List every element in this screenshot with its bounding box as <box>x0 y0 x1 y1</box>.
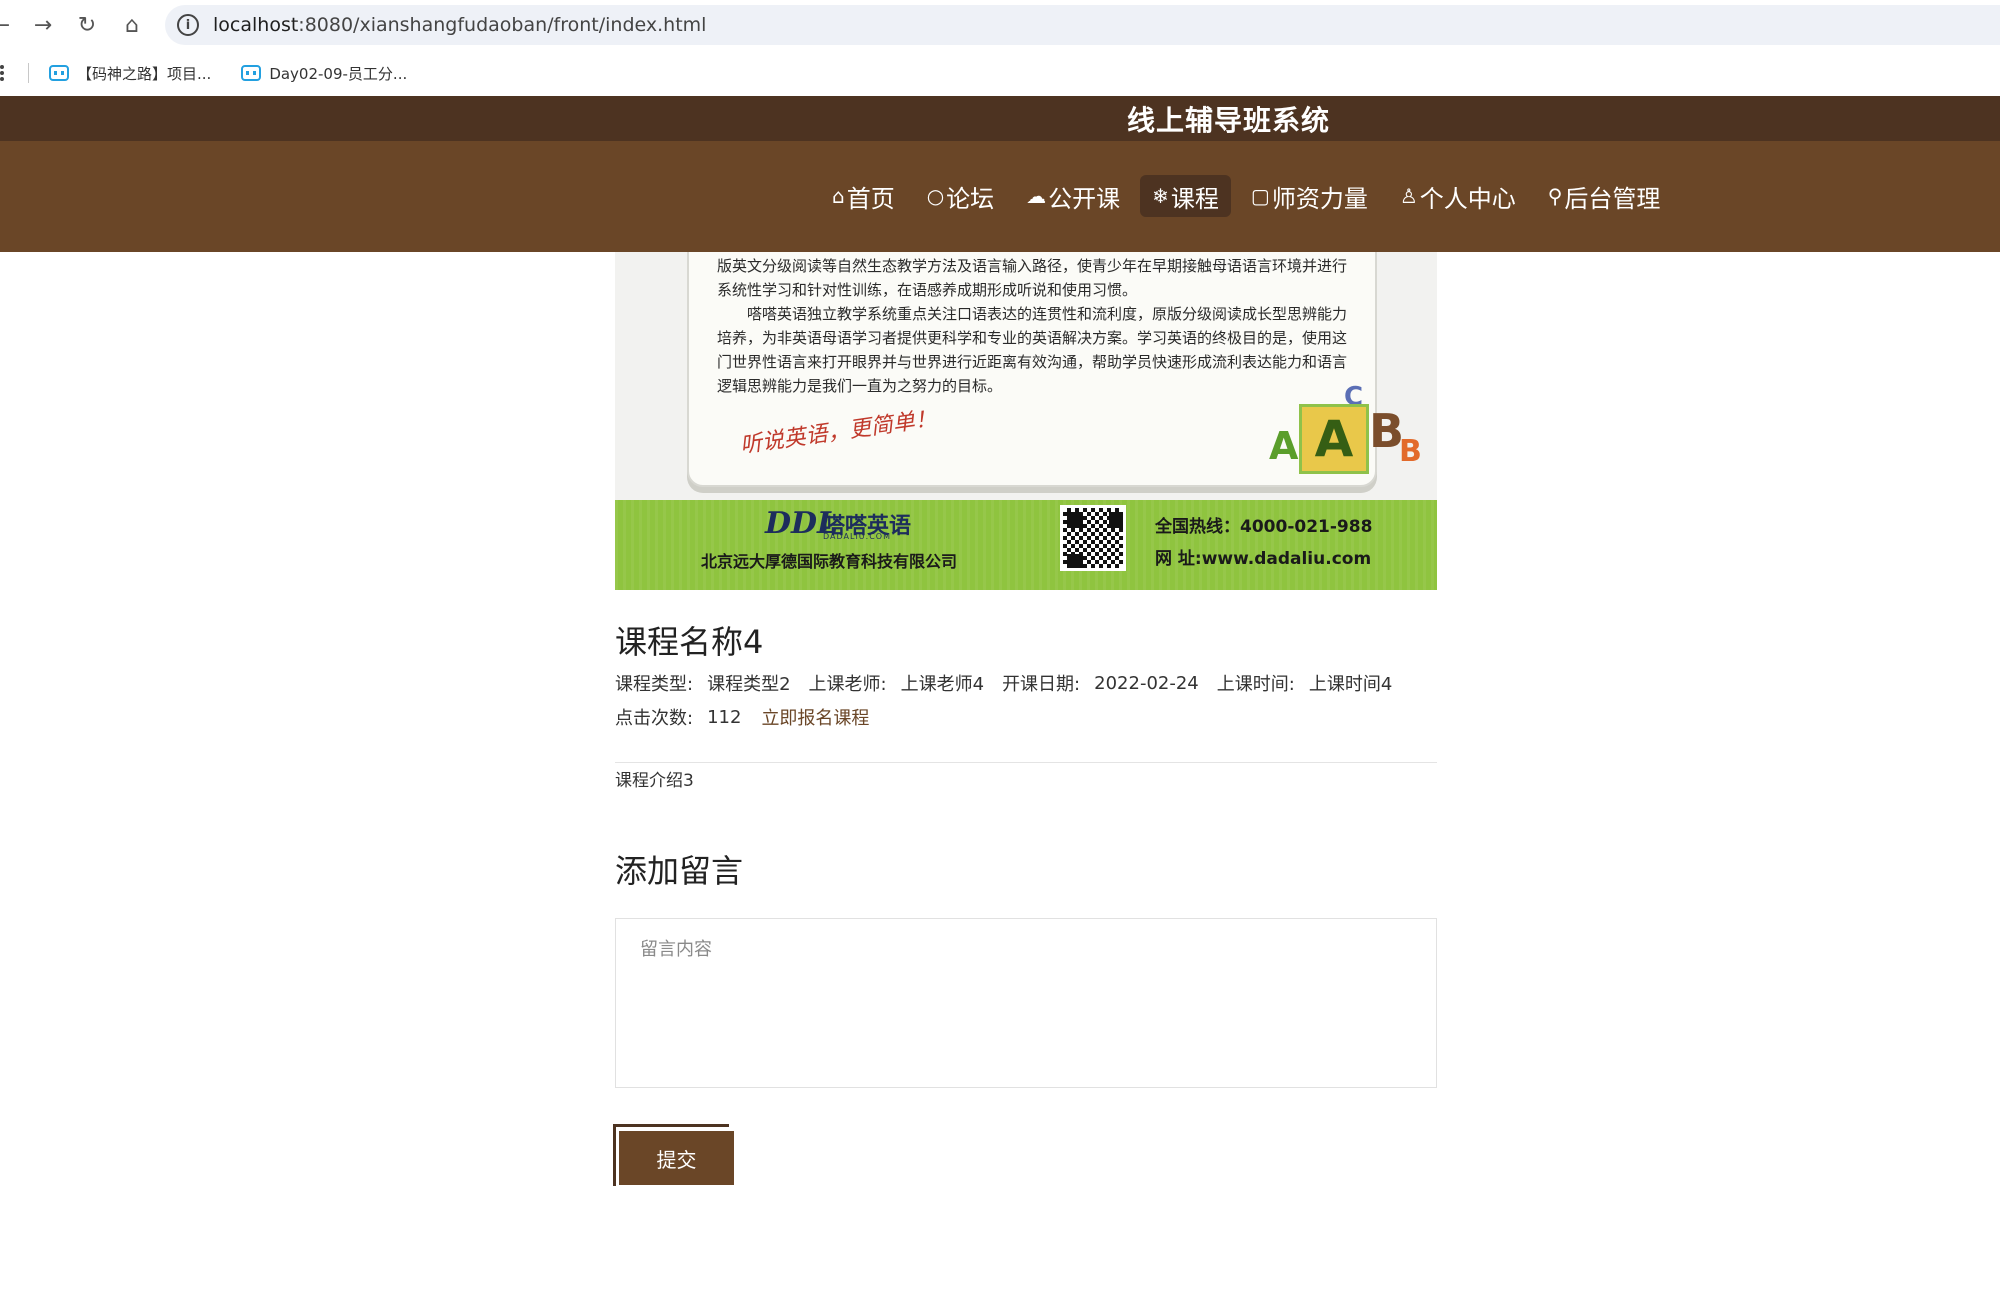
site-title: 线上辅导班系统 <box>1126 103 1330 137</box>
bookmark-item-2[interactable]: Day02-09-员工分... <box>241 63 407 84</box>
forward-arrow-icon[interactable]: → <box>28 10 58 40</box>
class-time-label: 上课时间: <box>1216 674 1295 695</box>
menu-label: 论坛 <box>946 184 995 213</box>
banner-slogan: 听说英语，更简单！ <box>738 406 939 459</box>
link-icon: ⚲ <box>1547 184 1563 208</box>
bilibili-icon <box>241 65 262 81</box>
website-text: 网 址:www.dadaliu.com <box>1155 549 1372 569</box>
teacher-value: 上课老师4 <box>900 674 985 695</box>
teacher-label: 上课老师: <box>808 674 887 695</box>
main-menu: ⌂ 首页 ○ 论坛 ☁ 公开课 ❄ 课程 ▢ 师资力量 ♙ 个人中心 ⚲ 后台管理 <box>820 175 1672 217</box>
menu-label: 后台管理 <box>1564 184 1661 213</box>
comment-textarea[interactable] <box>615 918 1437 1088</box>
qr-code-icon <box>1060 505 1126 571</box>
bookmarks-bar: 【码神之路】项目... Day02-09-员工分... <box>0 50 2000 96</box>
menu-label: 课程 <box>1170 184 1219 213</box>
add-comment-title: 添加留言 <box>615 852 744 890</box>
submit-button[interactable]: 提交 <box>619 1131 734 1185</box>
bilibili-icon <box>49 65 69 81</box>
click-count-label: 点击次数: <box>615 708 694 729</box>
start-date-value: 2022-02-24 <box>1094 672 1199 694</box>
user-icon: ♙ <box>1399 184 1418 208</box>
course-type-label: 课程类型: <box>615 674 694 695</box>
info-icon[interactable]: i <box>177 14 199 36</box>
apps-grid-icon[interactable] <box>0 65 10 81</box>
menu-label: 个人中心 <box>1419 184 1516 213</box>
brand-subtitle: DADALIU.COM <box>823 532 891 541</box>
company-name: 北京远大厚德国际教育科技有限公司 <box>701 552 958 571</box>
bookmark-label: Day02-09-员工分... <box>269 64 408 83</box>
square-icon: ▢ <box>1250 184 1270 208</box>
abc-blocks-icon: ACABB <box>1269 382 1437 494</box>
home-icon: ⌂ <box>832 184 845 208</box>
signup-course-link[interactable]: 立即报名课程 <box>761 704 869 730</box>
banner-paper: 版英文分级阅读等自然生态教学方法及语言输入路径，使青少年在早期接触母语语言环境并… <box>687 252 1422 487</box>
url-text[interactable]: localhost:8080/xianshangfudaoban/front/i… <box>213 14 706 36</box>
menu-item-personal-center[interactable]: ♙ 个人中心 <box>1388 175 1528 217</box>
class-time-value: 上课时间4 <box>1308 674 1393 695</box>
course-title: 课程名称4 <box>615 623 764 661</box>
bookmark-item-1[interactable]: 【码神之路】项目... <box>49 63 211 84</box>
banner-footer: DDL 嗒嗒英语 DADALIU.COM 北京远大厚德国际教育科技有限公司 全国… <box>615 500 1437 590</box>
menu-label: 公开课 <box>1048 184 1121 213</box>
divider <box>615 762 1437 763</box>
menu-label: 首页 <box>846 184 895 213</box>
menu-item-open-course[interactable]: ☁ 公开课 <box>1014 175 1132 217</box>
course-type-value: 课程类型2 <box>707 674 791 695</box>
home-icon[interactable]: ⌂ <box>117 10 147 40</box>
course-meta-row-2: 点击次数: 112 立即报名课程 <box>615 704 869 730</box>
url-path: :8080/xianshangfudaoban/front/index.html <box>298 14 707 36</box>
back-arrow-icon[interactable]: ← <box>0 10 16 40</box>
click-count-value: 112 <box>707 706 742 728</box>
bookmarks-divider <box>28 63 29 83</box>
menu-item-admin[interactable]: ⚲ 后台管理 <box>1536 175 1673 217</box>
menu-item-home[interactable]: ⌂ 首页 <box>820 175 907 217</box>
site-title-bar: 线上辅导班系统 <box>0 96 2000 141</box>
banner-paragraph-2: 嗒嗒英语独立教学系统重点关注口语表达的连贯性和流利度，原版分级阅读成长型思辨能力… <box>717 305 1348 395</box>
menu-item-forum[interactable]: ○ 论坛 <box>915 175 1006 217</box>
course-banner-image: 版英文分级阅读等自然生态教学方法及语言输入路径，使青少年在早期接触母语语言环境并… <box>615 252 1437 590</box>
submit-button-frame: 提交 <box>613 1124 734 1186</box>
banner-paragraph-1: 版英文分级阅读等自然生态教学方法及语言输入路径，使青少年在早期接触母语语言环境并… <box>717 257 1348 299</box>
menu-label: 师资力量 <box>1271 184 1368 213</box>
browser-toolbar: ← → ↻ ⌂ i localhost:8080/xianshangfudaob… <box>0 0 2000 50</box>
cloud-icon: ☁ <box>1026 184 1047 208</box>
menu-item-teachers[interactable]: ▢ 师资力量 <box>1239 175 1380 217</box>
bookmark-label: 【码神之路】项目... <box>77 64 212 83</box>
circle-icon: ○ <box>926 184 945 208</box>
snowflake-icon: ❄ <box>1152 184 1169 208</box>
main-navbar: ⌂ 首页 ○ 论坛 ☁ 公开课 ❄ 课程 ▢ 师资力量 ♙ 个人中心 ⚲ 后台管理 <box>0 141 2000 252</box>
address-bar[interactable]: i localhost:8080/xianshangfudaoban/front… <box>165 5 2000 45</box>
menu-item-course[interactable]: ❄ 课程 <box>1140 175 1231 217</box>
course-meta-row-1: 课程类型: 课程类型2 上课老师: 上课老师4 开课日期: 2022-02-24… <box>615 670 1410 696</box>
course-intro: 课程介绍3 <box>615 771 694 791</box>
hotline-text: 全国热线：4000-021-988 <box>1155 517 1373 537</box>
banner-text: 版英文分级阅读等自然生态教学方法及语言输入路径，使青少年在早期接触母语语言环境并… <box>717 254 1357 398</box>
reload-icon[interactable]: ↻ <box>72 10 102 40</box>
start-date-label: 开课日期: <box>1002 674 1081 695</box>
url-host: localhost <box>213 14 299 36</box>
